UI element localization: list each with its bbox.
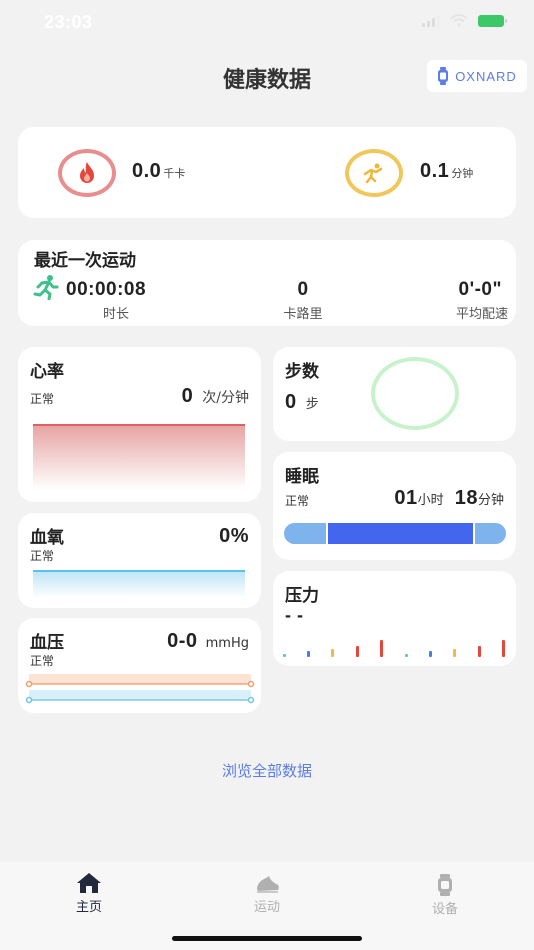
steps-card[interactable]: 步数 0 步 — [273, 347, 516, 441]
workout-duration-label: 时长 — [102, 307, 129, 322]
activity-readout: 0.1 分钟 — [420, 160, 473, 183]
heart-rate-value: 0 — [181, 385, 194, 407]
workout-calories-value: 0 — [297, 279, 309, 300]
tab-device[interactable]: 设备 — [395, 872, 495, 917]
heart-rate-unit: 次/分钟 — [202, 390, 249, 406]
heart-rate-chart — [33, 424, 245, 490]
blood-oxygen-card[interactable]: 血氧 正常 0% — [18, 513, 261, 608]
steps-title: 步数 — [285, 362, 319, 382]
sleep-hours: 01 — [394, 487, 418, 509]
sleep-deep-segment — [328, 523, 475, 544]
blood-oxygen-status: 正常 — [30, 549, 55, 563]
activity-ring — [345, 149, 403, 197]
tab-home[interactable]: 主页 — [39, 872, 139, 915]
flame-icon — [80, 162, 94, 183]
workout-duration-value: 00:00:08 — [66, 279, 147, 300]
sneaker-icon — [257, 876, 279, 893]
tab-sport[interactable]: 运动 — [217, 872, 317, 915]
sleep-light-segment — [475, 523, 506, 544]
blood-pressure-unit: mmHg — [205, 636, 249, 651]
home-icon — [77, 873, 101, 893]
tab-device-label: 设备 — [431, 902, 458, 917]
sleep-minutes-unit: 分钟 — [477, 493, 504, 508]
device-name: OXNARD — [455, 68, 517, 84]
sleep-title: 睡眠 — [285, 467, 319, 487]
calories-readout: 0.0 千卡 — [132, 160, 185, 183]
blood-pressure-status: 正常 — [30, 654, 55, 668]
steps-value: 0 — [285, 391, 297, 413]
last-workout-card[interactable]: 最近一次运动 00:00:08 时长 0 卡路里 0'-0" 平均配速 — [18, 240, 516, 326]
calories-unit: 千卡 — [163, 167, 186, 180]
tab-home-label: 主页 — [75, 900, 102, 915]
blood-pressure-value: 0-0 — [167, 630, 198, 652]
browse-all-link[interactable]: 浏览全部数据 — [0, 760, 534, 781]
signal-icon — [422, 14, 440, 27]
blood-pressure-card[interactable]: 血压 正常 0-0 mmHg — [18, 618, 261, 713]
battery-icon — [478, 14, 507, 27]
steps-progress-ring — [371, 357, 459, 430]
sleep-light-segment — [284, 523, 328, 544]
steps-unit: 步 — [305, 397, 319, 412]
sleep-minutes: 18 — [454, 487, 478, 509]
stress-value: - - — [285, 605, 304, 625]
blood-pressure-chart — [25, 674, 255, 704]
last-workout-title: 最近一次运动 — [34, 251, 136, 271]
sleep-status: 正常 — [285, 494, 310, 508]
running-icon — [33, 275, 59, 300]
status-icons — [422, 14, 507, 27]
tab-sport-label: 运动 — [253, 900, 280, 915]
blood-oxygen-value: 0% — [219, 525, 249, 547]
activity-value: 0.1 — [420, 160, 450, 182]
sleep-stage-bar — [284, 523, 506, 544]
status-time: 23:03 — [44, 12, 93, 32]
blood-pressure-readout: 0-0 mmHg — [167, 630, 249, 653]
stress-title: 压力 — [285, 586, 319, 606]
heart-rate-card[interactable]: 心率 正常 0 次/分钟 — [18, 347, 261, 502]
home-indicator — [172, 936, 362, 941]
heart-rate-readout: 0 次/分钟 — [182, 385, 249, 408]
workout-calories-label: 卡路里 — [283, 307, 323, 322]
heart-rate-status: 正常 — [30, 392, 55, 406]
wifi-icon — [450, 14, 468, 27]
watch-icon — [438, 67, 449, 85]
summary-card[interactable]: 0.0 千卡 0.1 分钟 — [18, 127, 516, 218]
heart-rate-title: 心率 — [30, 362, 64, 382]
activity-unit: 分钟 — [451, 167, 474, 180]
watch-icon — [438, 874, 452, 896]
sleep-readout: 01小时 18分钟 — [394, 487, 504, 510]
stress-level-bars — [283, 640, 505, 657]
stress-card[interactable]: 压力 - - — [273, 571, 516, 666]
blood-oxygen-title: 血氧 — [30, 528, 64, 548]
exercise-icon — [363, 163, 383, 184]
calories-ring — [58, 149, 116, 197]
steps-readout: 0 步 — [285, 391, 319, 414]
workout-pace-value: 0'-0" — [458, 279, 502, 300]
blood-pressure-title: 血压 — [30, 633, 64, 653]
sleep-hours-unit: 小时 — [417, 493, 444, 508]
blood-oxygen-chart — [33, 570, 245, 598]
calories-value: 0.0 — [132, 160, 162, 182]
sleep-card[interactable]: 睡眠 正常 01小时 18分钟 — [273, 452, 516, 560]
device-button[interactable]: OXNARD — [427, 60, 527, 92]
workout-pace-label: 平均配速 — [455, 307, 508, 322]
